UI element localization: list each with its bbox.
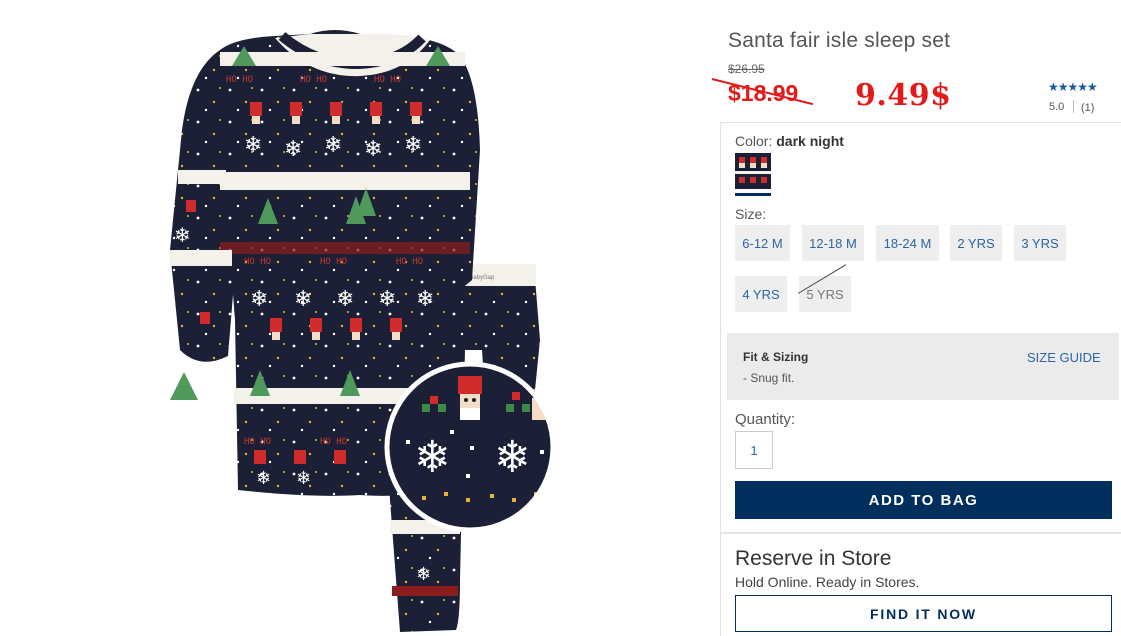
fit-sizing-title: Fit & Sizing <box>743 350 809 364</box>
size-option-12-18m[interactable]: 12-18 M <box>802 225 864 261</box>
svg-text:❄: ❄ <box>324 133 342 158</box>
section-divider <box>720 532 1121 534</box>
pattern-text-row: HO HO <box>374 75 401 85</box>
size-option-2yrs[interactable]: 2 YRS <box>950 225 1002 261</box>
fit-sizing-panel <box>727 333 1119 400</box>
reserve-in-store-title: Reserve in Store <box>735 547 892 570</box>
size-option-4yrs[interactable]: 4 YRS <box>735 276 787 312</box>
svg-text:❄: ❄ <box>296 468 311 489</box>
selected-swatch-indicator <box>735 193 771 196</box>
pattern-text-row: HO HO <box>320 437 347 447</box>
reserve-in-store-subtitle: Hold Online. Ready in Stores. <box>735 574 920 590</box>
color-label: Color: dark night <box>735 133 844 149</box>
svg-text:❄: ❄ <box>404 133 422 158</box>
pattern-text-row: HO HO <box>396 257 423 267</box>
options-panel-topline <box>720 122 1121 123</box>
options-panel-border <box>720 122 721 636</box>
svg-text:❄: ❄ <box>494 432 531 483</box>
original-price: $26.95 <box>728 62 765 76</box>
svg-text:❄: ❄ <box>416 287 434 312</box>
find-it-now-button[interactable]: FIND IT NOW <box>735 595 1112 632</box>
svg-text:❄: ❄ <box>256 468 271 489</box>
pattern-text-row: HO HO <box>226 75 253 85</box>
color-swatch-dark-night[interactable] <box>735 153 771 189</box>
pattern-text-row: HO HO <box>320 257 347 267</box>
product-title: Santa fair isle sleep set <box>728 29 951 52</box>
rating-divider <box>1073 100 1074 113</box>
svg-text:❄: ❄ <box>174 223 191 247</box>
color-label-text: Color: <box>735 133 777 149</box>
quantity-select[interactable]: 1 <box>735 431 773 469</box>
pattern-text-row: HO HO <box>244 257 271 267</box>
handwritten-price: 9.49$ <box>855 78 952 113</box>
svg-text:❄: ❄ <box>244 133 262 158</box>
rating-score: 5.0 <box>1049 101 1065 113</box>
pattern-text-row: HO HO <box>244 437 271 447</box>
size-option-6-12m[interactable]: 6-12 M <box>735 225 790 261</box>
size-option-3yrs[interactable]: 3 YRS <box>1014 225 1066 261</box>
size-label: Size: <box>735 206 767 222</box>
rating-stars[interactable]: ★★★★★ <box>1048 80 1098 94</box>
size-option-5yrs-unavailable: 5 YRS <box>799 276 851 312</box>
svg-text:❄: ❄ <box>364 137 382 162</box>
add-to-bag-button[interactable]: ADD TO BAG <box>735 481 1112 519</box>
fit-sizing-text: - Snug fit. <box>743 371 795 385</box>
svg-text:❄: ❄ <box>416 564 431 585</box>
svg-text:❄: ❄ <box>250 287 268 312</box>
review-count-link[interactable]: (1) <box>1081 102 1094 114</box>
svg-text:❄: ❄ <box>378 287 396 312</box>
size-guide-link[interactable]: SIZE GUIDE <box>1027 350 1101 365</box>
size-option-18-24m[interactable]: 18-24 M <box>876 225 939 261</box>
pattern-text-row: HO HO <box>300 75 327 85</box>
pants-label: babyGap <box>470 275 495 281</box>
svg-text:❄: ❄ <box>284 137 302 162</box>
quantity-label: Quantity: <box>735 411 796 428</box>
svg-text:❄: ❄ <box>414 432 451 483</box>
product-image[interactable]: babyGap HO HO HO HO HO HO HO HO HO HO HO… <box>160 20 560 632</box>
color-value: dark night <box>776 133 844 149</box>
svg-text:❄: ❄ <box>336 287 354 312</box>
svg-text:❄: ❄ <box>294 287 312 312</box>
